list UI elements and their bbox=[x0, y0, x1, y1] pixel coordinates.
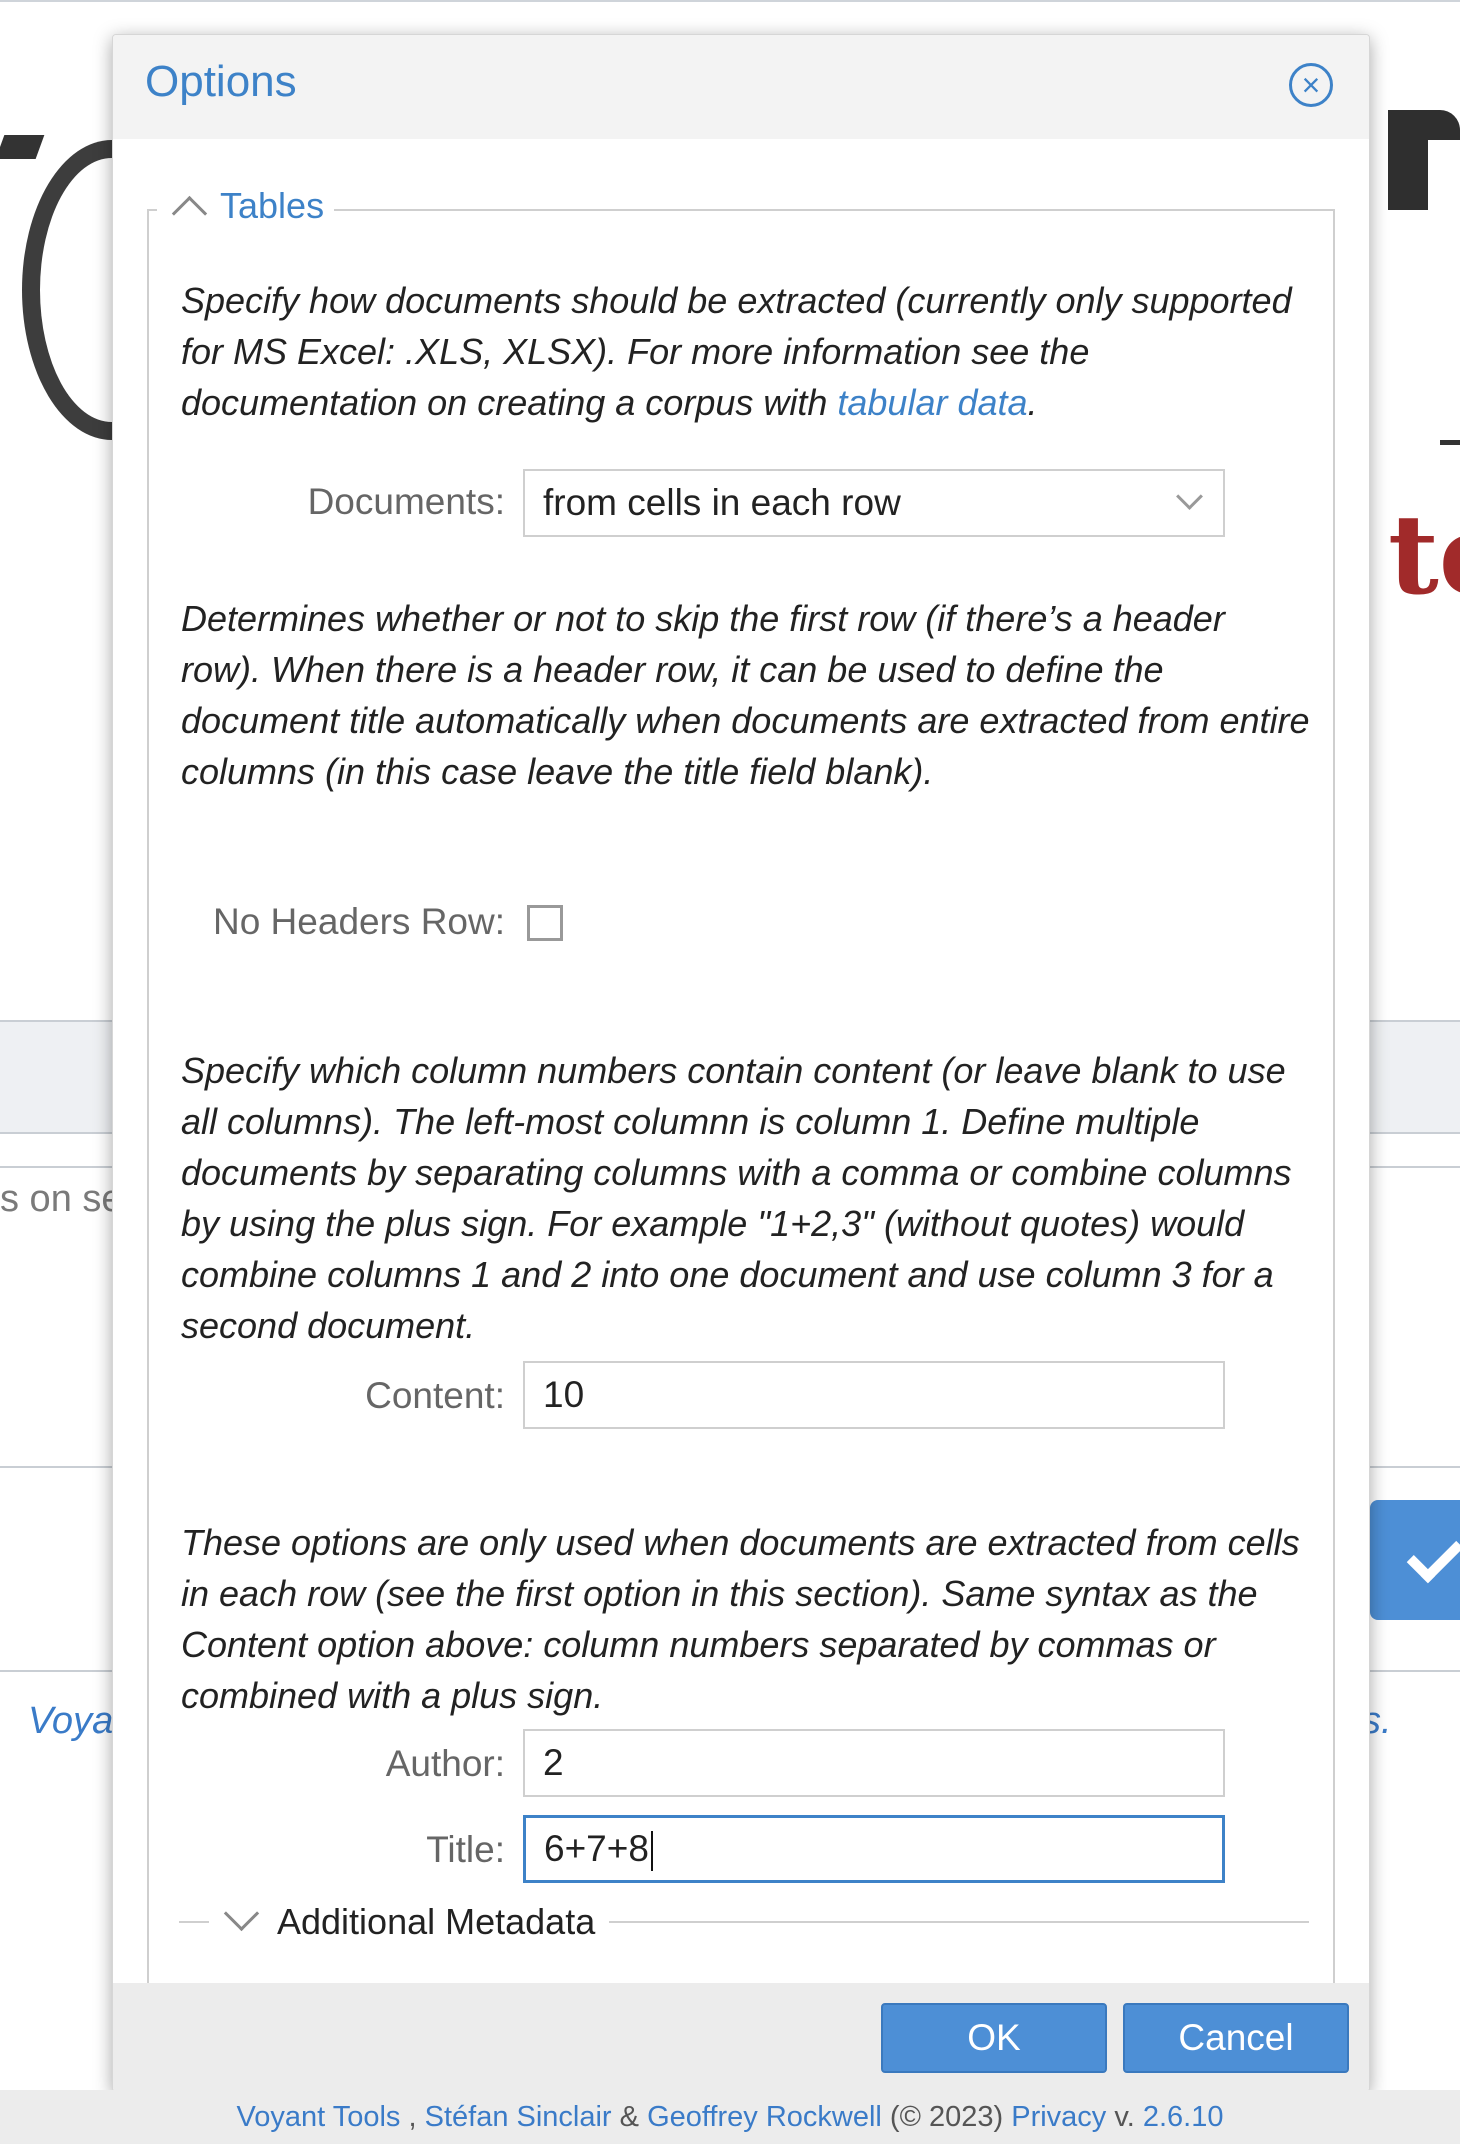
documents-select-value: from cells in each row bbox=[543, 482, 901, 523]
text-caret bbox=[650, 1831, 653, 1872]
additional-metadata-legend[interactable]: Additional Metadata bbox=[179, 1895, 1309, 1942]
content-input[interactable]: 10 bbox=[523, 1361, 1225, 1429]
legend-rule bbox=[179, 1921, 209, 1923]
chevron-up-icon[interactable] bbox=[171, 195, 208, 231]
documents-label: Documents: bbox=[307, 481, 505, 522]
content-label: Content: bbox=[365, 1375, 505, 1416]
title-label: Title: bbox=[426, 1829, 505, 1870]
footer-version-prefix: v. bbox=[1106, 2101, 1143, 2133]
logo-text-partial: te bbox=[1388, 490, 1460, 619]
close-icon[interactable]: × bbox=[1289, 63, 1333, 107]
footer-sep: , bbox=[400, 2101, 425, 2133]
page-top-border bbox=[0, 0, 1460, 2]
metadata-description: These options are only used when documen… bbox=[181, 1522, 1300, 1716]
author-link-rockwell[interactable]: Geoffrey Rockwell bbox=[647, 2101, 882, 2133]
dialog-title: Options bbox=[145, 57, 297, 106]
cancel-button[interactable]: Cancel bbox=[1123, 2003, 1349, 2073]
chevron-down-icon[interactable] bbox=[223, 1895, 260, 1932]
voyant-tools-link[interactable]: Voyant Tools bbox=[237, 2101, 401, 2133]
logo-fragment-right-top bbox=[1410, 110, 1460, 140]
title-input[interactable]: 6+7+8 bbox=[523, 1815, 1225, 1883]
documents-description: Specify how documents should be extracte… bbox=[181, 280, 1292, 423]
ok-button[interactable]: OK bbox=[881, 2003, 1107, 2073]
bg-partial-text: s on se bbox=[0, 1178, 123, 1220]
no-headers-checkbox[interactable] bbox=[527, 905, 563, 941]
additional-metadata-label: Additional Metadata bbox=[277, 1901, 596, 1942]
version-link[interactable]: 2.6.10 bbox=[1143, 2101, 1224, 2133]
logo-dash bbox=[1440, 440, 1460, 445]
page-footer: Voyant Tools , Stéfan Sinclair & Geoffre… bbox=[0, 2090, 1460, 2144]
author-input[interactable]: 2 bbox=[523, 1729, 1225, 1797]
options-dialog: Options × Tables Specify how documents s… bbox=[112, 34, 1370, 2092]
legend-rule bbox=[609, 1921, 1309, 1923]
logo-fragment bbox=[0, 135, 45, 159]
tabular-data-link[interactable]: tabular data bbox=[837, 382, 1027, 423]
author-label: Author: bbox=[385, 1743, 505, 1784]
content-description: Specify which column numbers contain con… bbox=[181, 1050, 1292, 1346]
tables-legend[interactable]: Tables bbox=[157, 185, 335, 231]
privacy-link[interactable]: Privacy bbox=[1011, 2101, 1106, 2133]
title-input-value: 6+7+8 bbox=[544, 1828, 649, 1869]
no-headers-label: No Headers Row: bbox=[212, 901, 505, 942]
footer-copyright: (© 2023) bbox=[881, 2101, 1012, 2133]
dialog-header: Options × bbox=[113, 35, 1369, 139]
documents-select[interactable]: from cells in each row bbox=[523, 469, 1225, 537]
author-link-sinclair[interactable]: Stéfan Sinclair bbox=[425, 2101, 612, 2133]
chevron-down-icon bbox=[1176, 483, 1203, 510]
bg-voyant-link[interactable]: Voya bbox=[28, 1700, 113, 1743]
footer-amp: & bbox=[611, 2101, 648, 2133]
dialog-footer: OK Cancel bbox=[113, 1983, 1369, 2091]
headers-description: Determines whether or not to skip the fi… bbox=[181, 598, 1310, 792]
tables-legend-label: Tables bbox=[220, 185, 325, 226]
